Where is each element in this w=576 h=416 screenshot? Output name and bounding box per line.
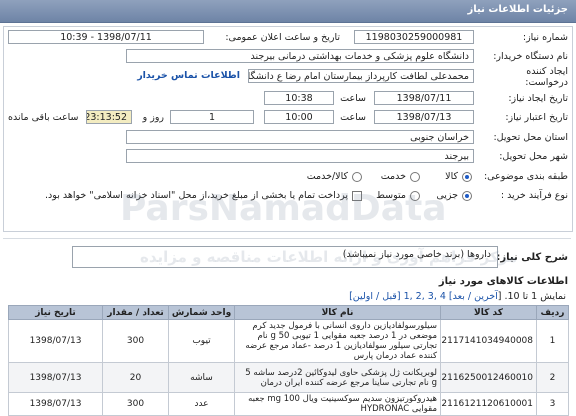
row-unit: عدد [168, 392, 235, 416]
province-field: خراسان جنوبی [126, 130, 474, 144]
page-header: جزئیات اطلاعات نیاز [0, 0, 576, 23]
buyer-label: نام دستگاه خریدار: [493, 51, 568, 62]
pagination-links[interactable]: آخرین / بعد] 4 ,3 ,2 ,1 [قبل / اولین] [349, 291, 498, 302]
category-option-goods-service: کالا/خدمت [306, 171, 348, 182]
col-index: ردیف [536, 305, 569, 320]
row-code: 2116250012460010 [440, 362, 537, 393]
requester-label: ایجاد کننده درخواست: [525, 66, 568, 88]
row-date: 1398/07/13 [8, 392, 103, 416]
col-name: نام کالا [234, 305, 441, 320]
buyer-field: دانشگاه علوم پزشکی و خدمات بهداشتی درمان… [126, 49, 474, 63]
items-table: ردیف کد کالا نام کالا واحد شمارش تعداد /… [8, 305, 569, 416]
row-name: لوبریکانت ژل پزشکی حاوی لیدوکائین 2درصد … [234, 362, 441, 393]
buyer-contact-link[interactable]: اطلاعات تماس خریدار [137, 70, 240, 81]
col-code: کد کالا [440, 305, 537, 320]
items-table-header: ردیف کد کالا نام کالا واحد شمارش تعداد /… [8, 305, 569, 320]
remaining-label: ساعت باقی مانده [8, 112, 79, 123]
row-name: سیلورسولفادیازین داروی انسانی با فرمول ج… [234, 319, 441, 363]
province-label: استان محل تحویل: [493, 132, 568, 143]
row-code: 2116121120610001 [440, 392, 537, 416]
section-divider [3, 238, 571, 239]
announce-label: تاریخ و ساعت اعلان عمومی: [225, 32, 340, 43]
row-index: 1 [536, 319, 569, 363]
category-option-goods: کالا [445, 171, 458, 182]
category-option-service: خدمت [380, 171, 406, 182]
items-section-title: اطلاعات کالاهای مورد نیاز [438, 276, 568, 287]
create-date-label: تاریخ ایجاد نیاز: [508, 93, 568, 104]
days-field: 1 [170, 110, 254, 124]
col-unit: واحد شمارش [168, 305, 235, 320]
table-row: 1 2117141034940008 سیلورسولفادیازین دارو… [8, 319, 569, 363]
deadline-date-field: 1398/07/13 [374, 110, 474, 124]
general-desc-value: داروها (برند خاصی مورد نیاز نمیباشد) [342, 249, 491, 260]
row-code: 2117141034940008 [440, 319, 537, 363]
col-date: تاریخ نیاز [8, 305, 103, 320]
table-row: 2 2116250012460010 لوبریکانت ژل پزشکی حا… [8, 362, 569, 393]
row-unit: ساشه [168, 362, 235, 393]
purchase-radio-minor[interactable] [462, 191, 472, 201]
category-radio-goods-service[interactable] [352, 172, 362, 182]
create-date-field: 1398/07/11 [374, 91, 474, 105]
category-label: طبقه بندی موضوعی: [483, 171, 568, 182]
col-qty: تعداد / مقدار [102, 305, 169, 320]
general-desc-label: شرح کلی نیاز: [496, 252, 568, 263]
row-index: 3 [536, 392, 569, 416]
page-title: جزئیات اطلاعات نیاز [467, 4, 568, 15]
row-qty: 300 [102, 392, 169, 416]
row-index: 2 [536, 362, 569, 393]
row-unit: تیوب [168, 319, 235, 363]
remaining-time-field: 23:13:52 [86, 110, 132, 124]
announce-field: 1398/07/11 - 10:39 [8, 30, 204, 44]
purchase-type-label: نوع فرآیند خرید : [500, 190, 568, 201]
days-label: روز و [142, 112, 164, 123]
purchase-option-medium: متوسط [376, 190, 406, 201]
need-number-label: شماره نیاز: [522, 32, 568, 43]
table-row: 3 2116121120610001 هیدروکورتیزون سدیم سو… [8, 392, 569, 416]
purchase-radio-medium[interactable] [410, 191, 420, 201]
row-qty: 20 [102, 362, 169, 393]
row-qty: 300 [102, 319, 169, 363]
pagination: نمایش 1 تا 10. [آخرین / بعد] 4 ,3 ,2 ,1 … [349, 291, 566, 302]
pagination-info: نمایش 1 تا 10. [ [497, 291, 566, 302]
row-date: 1398/07/13 [8, 319, 103, 363]
general-desc-field: داروها (برند خاصی مورد نیاز نمیباشد) [72, 246, 498, 268]
category-radio-goods[interactable] [462, 172, 472, 182]
deadline-time-field: 10:00 [264, 110, 334, 124]
treasury-payment-checkbox[interactable] [352, 191, 362, 201]
treasury-payment-note: پرداخت تمام یا بخشی از مبلغ خرید،از محل … [45, 190, 348, 201]
requester-field: محمدعلی لطافت کارپرداز بیمارستان امام رض… [248, 69, 474, 83]
category-radio-service[interactable] [410, 172, 420, 182]
deadline-time-label: ساعت [340, 112, 366, 123]
need-number-field: 1198030259000981 [354, 30, 474, 44]
create-time-label: ساعت [340, 93, 366, 104]
purchase-option-minor: جزیی [436, 190, 458, 201]
deadline-label: تاریخ اعتبار نیاز: [505, 112, 568, 123]
row-name: هیدروکورتیزون سدیم سوکسینیت ویال 100 mg … [234, 392, 441, 416]
row-date: 1398/07/13 [8, 362, 103, 393]
city-field: بیرجند [126, 149, 474, 163]
city-label: شهر محل تحویل: [499, 151, 568, 162]
create-time-field: 10:38 [264, 91, 334, 105]
